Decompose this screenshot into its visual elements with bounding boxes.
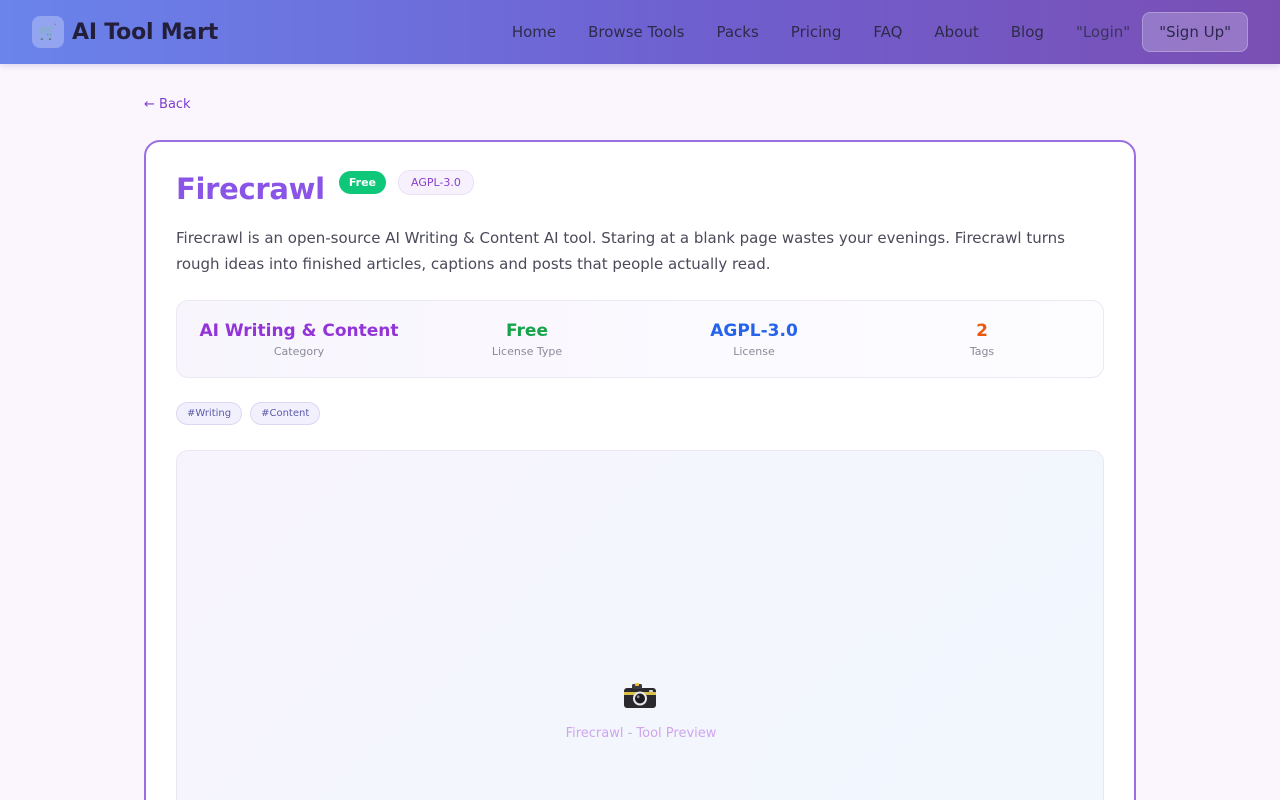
brand-name: AI Tool Mart <box>72 19 219 45</box>
price-badge: Free <box>338 170 386 194</box>
brand[interactable]: 🛒 AI Tool Mart <box>32 16 218 48</box>
nav-pricing[interactable]: Pricing <box>791 23 842 41</box>
back-link[interactable]: ← Back <box>144 97 191 112</box>
stat-value: Free <box>506 321 548 341</box>
stats-panel: AI Writing & Content Category Free Licen… <box>176 300 1104 378</box>
nav-browse-tools[interactable]: Browse Tools <box>588 23 684 41</box>
stat-label: License <box>733 345 775 358</box>
stat-value: 2 <box>976 321 988 341</box>
tag-list: #Writing #Content <box>176 402 328 425</box>
main-nav: Home Browse Tools Packs Pricing FAQ Abou… <box>512 12 1248 52</box>
tag-content[interactable]: #Content <box>250 402 321 425</box>
tool-description: Firecrawl is an open-source AI Writing &… <box>176 229 1065 273</box>
title-row: Firecrawl Free AGPL-3.0 <box>176 169 474 206</box>
nav-faq[interactable]: FAQ <box>873 23 902 41</box>
top-header: 🛒 AI Tool Mart Home Browse Tools Packs P… <box>0 0 1280 64</box>
license-badge: AGPL-3.0 <box>397 169 474 195</box>
camera-icon <box>624 683 656 708</box>
stat-label: License Type <box>491 345 563 358</box>
cart-icon: 🛒 <box>32 16 64 48</box>
stat-category: AI Writing & Content Category <box>185 321 413 358</box>
stat-label: Category <box>273 345 325 358</box>
tool-preview: Firecrawl - Tool Preview <box>176 450 1104 800</box>
nav-about[interactable]: About <box>934 23 978 41</box>
tag-writing[interactable]: #Writing <box>176 402 243 425</box>
stat-value: AI Writing & Content <box>199 321 399 341</box>
sign-up-button[interactable]: "Sign Up" <box>1142 12 1248 52</box>
nav-home[interactable]: Home <box>512 23 556 41</box>
stat-label: Tags <box>969 345 995 358</box>
stat-value: AGPL-3.0 <box>710 321 798 341</box>
stat-license: AGPL-3.0 License <box>640 321 868 358</box>
tool-title: Firecrawl <box>176 172 325 206</box>
tool-detail-card: Firecrawl Free AGPL-3.0 Firecrawl is an … <box>144 140 1136 800</box>
stat-license-type: Free License Type <box>413 321 641 358</box>
nav-blog[interactable]: Blog <box>1011 23 1044 41</box>
preview-caption: Firecrawl - Tool Preview <box>565 726 717 741</box>
login-link[interactable]: "Login" <box>1076 23 1130 41</box>
nav-packs[interactable]: Packs <box>716 23 758 41</box>
stat-tags: 2 Tags <box>868 321 1096 358</box>
